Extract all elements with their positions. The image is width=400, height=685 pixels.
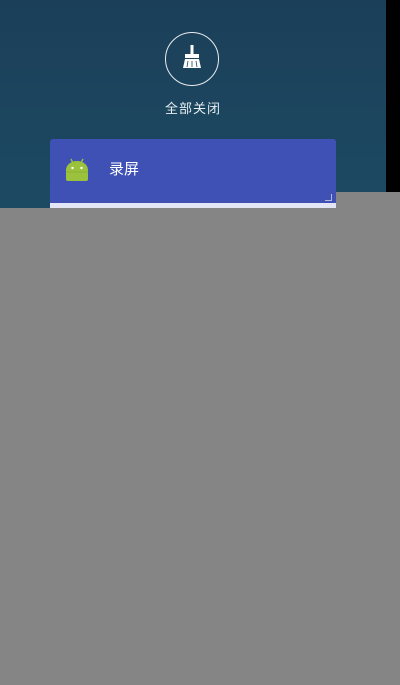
android-icon [64, 156, 90, 182]
screen-edge [386, 0, 400, 192]
task-card-title: 录屏 [109, 160, 140, 178]
task-card-screen-record[interactable]: 录屏 [50, 139, 336, 203]
gray-overlay [0, 208, 400, 685]
clear-all-label: 全部关闭 [164, 102, 221, 117]
broom-icon [181, 44, 203, 74]
clear-all-button[interactable] [165, 32, 219, 86]
resize-handle-icon [325, 194, 332, 201]
gray-overlay-corner [336, 192, 400, 208]
